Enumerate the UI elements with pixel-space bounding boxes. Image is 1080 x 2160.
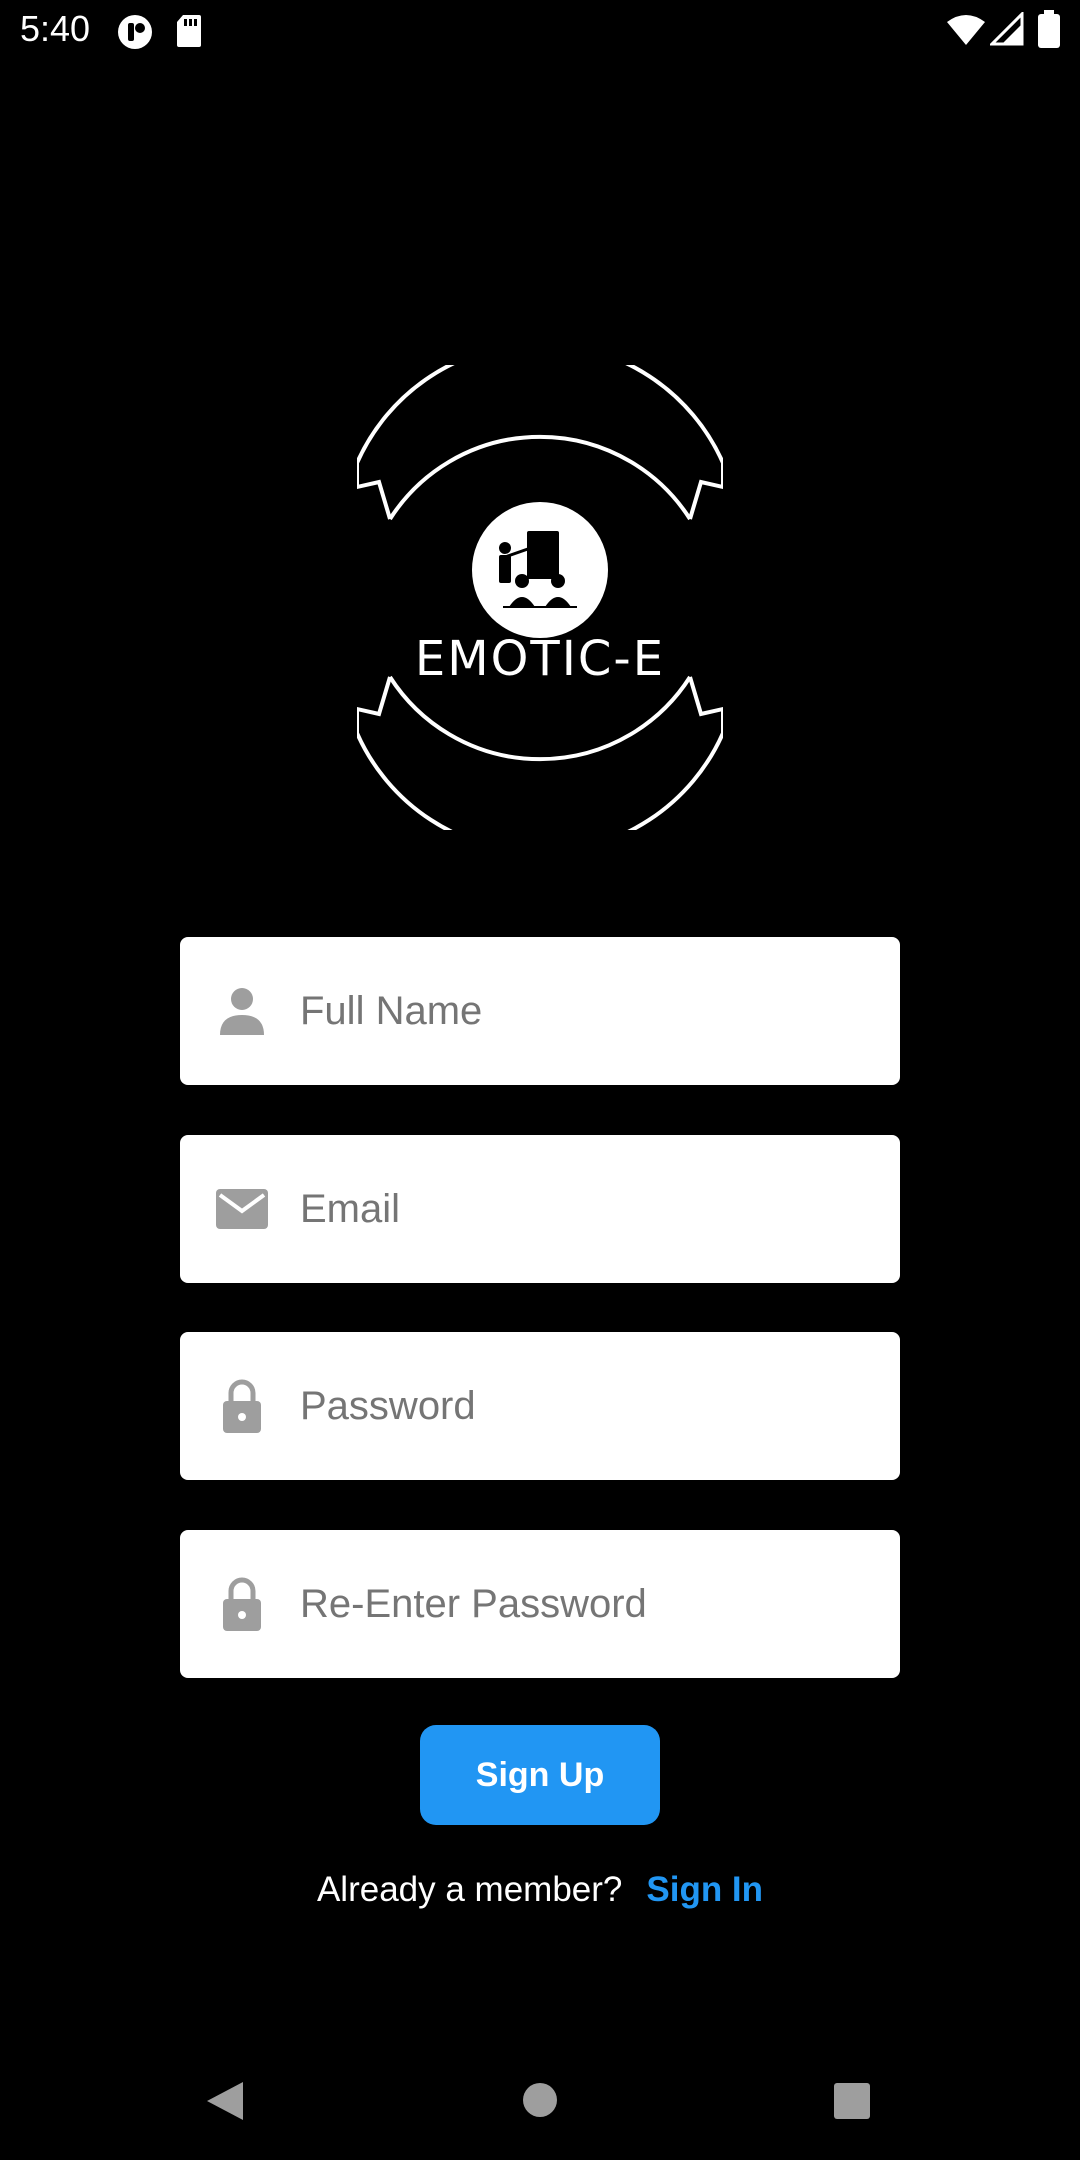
logo-text: EMOTIC-E <box>415 631 665 687</box>
app-logo: EMOTIC-E <box>357 365 723 830</box>
mail-icon <box>216 1189 268 1229</box>
app-notification-icon <box>118 15 152 49</box>
full-name-input[interactable] <box>300 937 870 1085</box>
wifi-icon <box>947 15 985 45</box>
password-field[interactable] <box>180 1332 900 1480</box>
navigation-bar <box>0 2040 1080 2160</box>
already-member-text: Already a member? <box>316 1870 623 1909</box>
person-icon <box>220 988 264 1035</box>
email-field[interactable] <box>180 1135 900 1283</box>
re-password-input[interactable] <box>300 1530 870 1678</box>
sign-in-link[interactable]: Sign In <box>646 1870 763 1909</box>
status-bar: 5:40 <box>0 0 1080 60</box>
password-input[interactable] <box>300 1332 870 1480</box>
sign-in-row: Already a member? Sign In <box>0 1870 1080 1910</box>
status-time: 5:40 <box>20 8 91 49</box>
re-password-field[interactable] <box>180 1530 900 1678</box>
sign-up-button[interactable]: Sign Up <box>420 1725 660 1825</box>
teacher-classroom-icon <box>472 502 608 638</box>
lock-icon <box>223 1379 261 1433</box>
lock-icon <box>223 1577 261 1631</box>
cellular-signal-icon <box>990 12 1024 46</box>
email-input[interactable] <box>300 1135 870 1283</box>
full-name-field[interactable] <box>180 937 900 1085</box>
home-icon[interactable] <box>522 2082 558 2118</box>
sd-card-icon <box>177 15 201 47</box>
recents-icon[interactable] <box>833 2082 871 2120</box>
back-icon[interactable] <box>205 2080 245 2122</box>
signup-screen: 5:40 EMOTIC-E Full Name Email Sign Up Al… <box>0 0 1080 2160</box>
battery-icon <box>1038 10 1060 48</box>
